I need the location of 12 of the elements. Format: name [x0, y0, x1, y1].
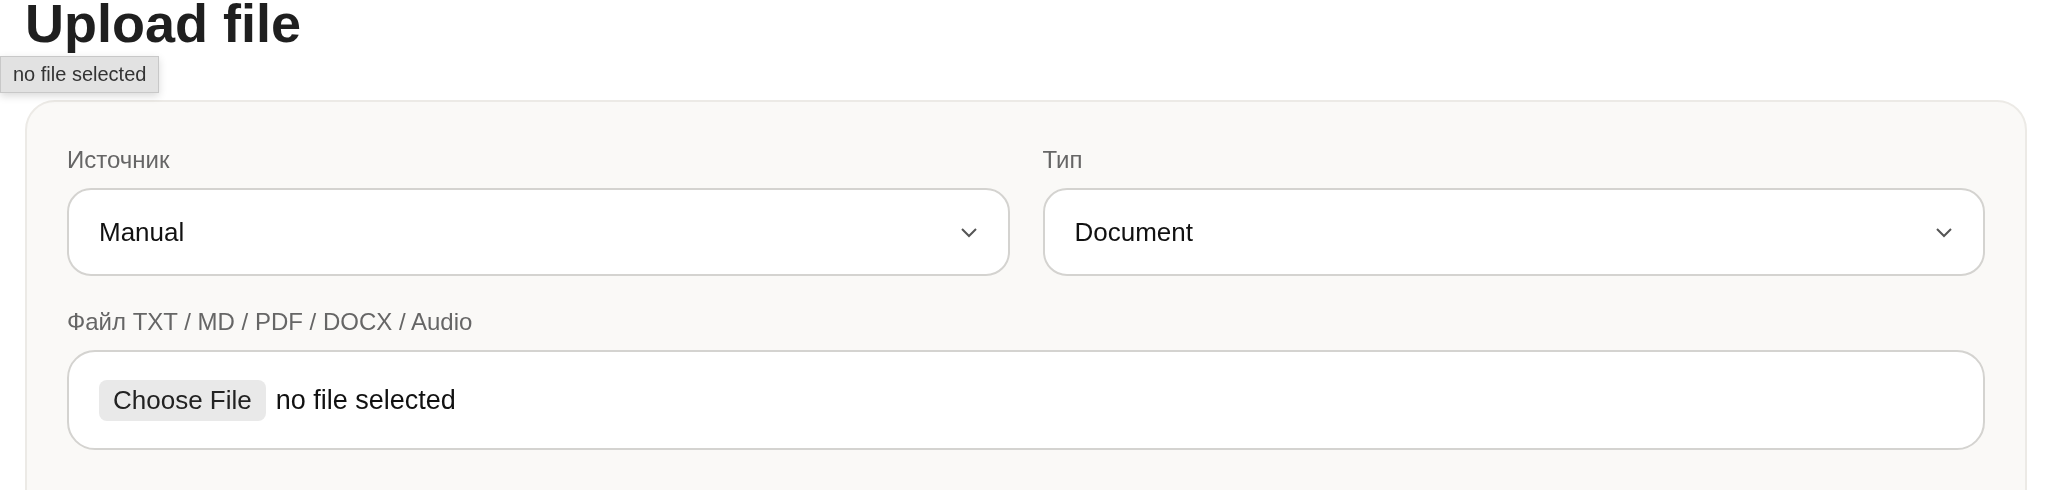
field-label: Тип	[1042, 146, 1084, 174]
field-label: Источник	[67, 146, 171, 174]
chevron-down-icon	[1935, 226, 1953, 238]
tooltip: no file selected	[0, 56, 160, 93]
file-status-text: no file selected	[275, 384, 456, 416]
page-title: Upload file	[25, 0, 302, 55]
select-field[interactable]: Document	[1042, 188, 1985, 276]
select-field[interactable]: Manual	[67, 188, 1010, 276]
chevron-down-icon	[959, 226, 978, 238]
field-label: Файл TXT / MD / PDF / DOCX / Audio	[67, 308, 474, 336]
choose-file-button[interactable]: Choose File	[99, 379, 266, 421]
file-input-field[interactable]: Choose File no file selected	[67, 350, 1985, 450]
